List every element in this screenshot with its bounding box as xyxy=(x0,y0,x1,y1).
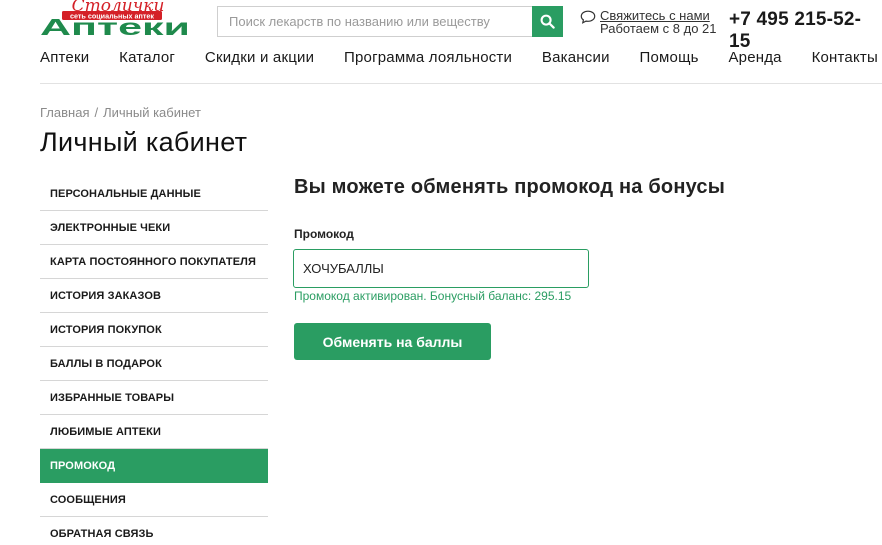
account-sidebar: ПЕРСОНАЛЬНЫЕ ДАННЫЕ ЭЛЕКТРОННЫЕ ЧЕКИ КАР… xyxy=(40,177,268,545)
nav-item-vacancies[interactable]: Вакансии xyxy=(542,49,610,66)
working-hours: Работаем с 8 до 21 xyxy=(600,21,717,36)
sidebar-item-gift-points[interactable]: БАЛЛЫ В ПОДАРОК xyxy=(40,347,268,381)
promo-heading: Вы можете обменять промокод на бонусы xyxy=(294,176,726,198)
sidebar-item-messages[interactable]: СООБЩЕНИЯ xyxy=(40,483,268,517)
logo[interactable]: Столички сеть социальных аптек Аптеки xyxy=(40,0,192,38)
sidebar-item-favorite-products[interactable]: ИЗБРАННЫЕ ТОВАРЫ xyxy=(40,381,268,415)
chat-icon xyxy=(580,10,596,24)
logo-wordmark: Аптеки xyxy=(40,14,190,38)
promo-field-label: Промокод xyxy=(294,227,354,241)
logo-image: Столички сеть социальных аптек Аптеки xyxy=(40,0,190,38)
breadcrumb-home[interactable]: Главная xyxy=(40,105,89,120)
promo-code-input[interactable] xyxy=(293,249,589,288)
search-input[interactable] xyxy=(217,6,532,37)
contact-block: Свяжитесь с нами Работаем с 8 до 21 xyxy=(580,9,717,35)
breadcrumb-separator: / xyxy=(94,105,99,120)
breadcrumb: Главная / Личный кабинет xyxy=(40,105,201,120)
nav-divider xyxy=(40,83,882,84)
promo-status-message: Промокод активирован. Бонусный баланс: 2… xyxy=(294,289,572,303)
nav-item-pharmacies[interactable]: Аптеки xyxy=(40,49,89,66)
sidebar-item-purchase-history[interactable]: ИСТОРИЯ ПОКУПОК xyxy=(40,313,268,347)
search-button[interactable] xyxy=(532,6,563,37)
sidebar-item-order-history[interactable]: ИСТОРИЯ ЗАКАЗОВ xyxy=(40,279,268,313)
search-icon xyxy=(540,14,555,29)
nav-item-loyalty[interactable]: Программа лояльности xyxy=(344,49,512,66)
nav-item-contacts[interactable]: Контакты xyxy=(812,49,878,66)
search-bar xyxy=(217,6,563,37)
nav-item-help[interactable]: Помощь xyxy=(639,49,698,66)
sidebar-item-favorite-pharmacies[interactable]: ЛЮБИМЫЕ АПТЕКИ xyxy=(40,415,268,449)
page-title: Личный кабинет xyxy=(40,127,248,157)
nav-item-catalog[interactable]: Каталог xyxy=(119,49,175,66)
sidebar-item-loyalty-card[interactable]: КАРТА ПОСТОЯННОГО ПОКУПАТЕЛЯ xyxy=(40,245,268,279)
exchange-points-button[interactable]: Обменять на баллы xyxy=(294,323,491,360)
sidebar-item-personal-data[interactable]: ПЕРСОНАЛЬНЫЕ ДАННЫЕ xyxy=(40,177,268,211)
nav-item-rent[interactable]: Аренда xyxy=(728,49,781,66)
nav-item-discounts[interactable]: Скидки и акции xyxy=(205,49,314,66)
sidebar-item-promocode[interactable]: ПРОМОКОД xyxy=(40,449,268,483)
breadcrumb-current: Личный кабинет xyxy=(103,105,201,120)
phone-number[interactable]: +7 495 215-52-15 xyxy=(729,9,882,53)
sidebar-item-e-receipts[interactable]: ЭЛЕКТРОННЫЕ ЧЕКИ xyxy=(40,211,268,245)
sidebar-item-feedback[interactable]: ОБРАТНАЯ СВЯЗЬ xyxy=(40,517,268,545)
main-nav: Аптеки Каталог Скидки и акции Программа … xyxy=(40,49,882,66)
